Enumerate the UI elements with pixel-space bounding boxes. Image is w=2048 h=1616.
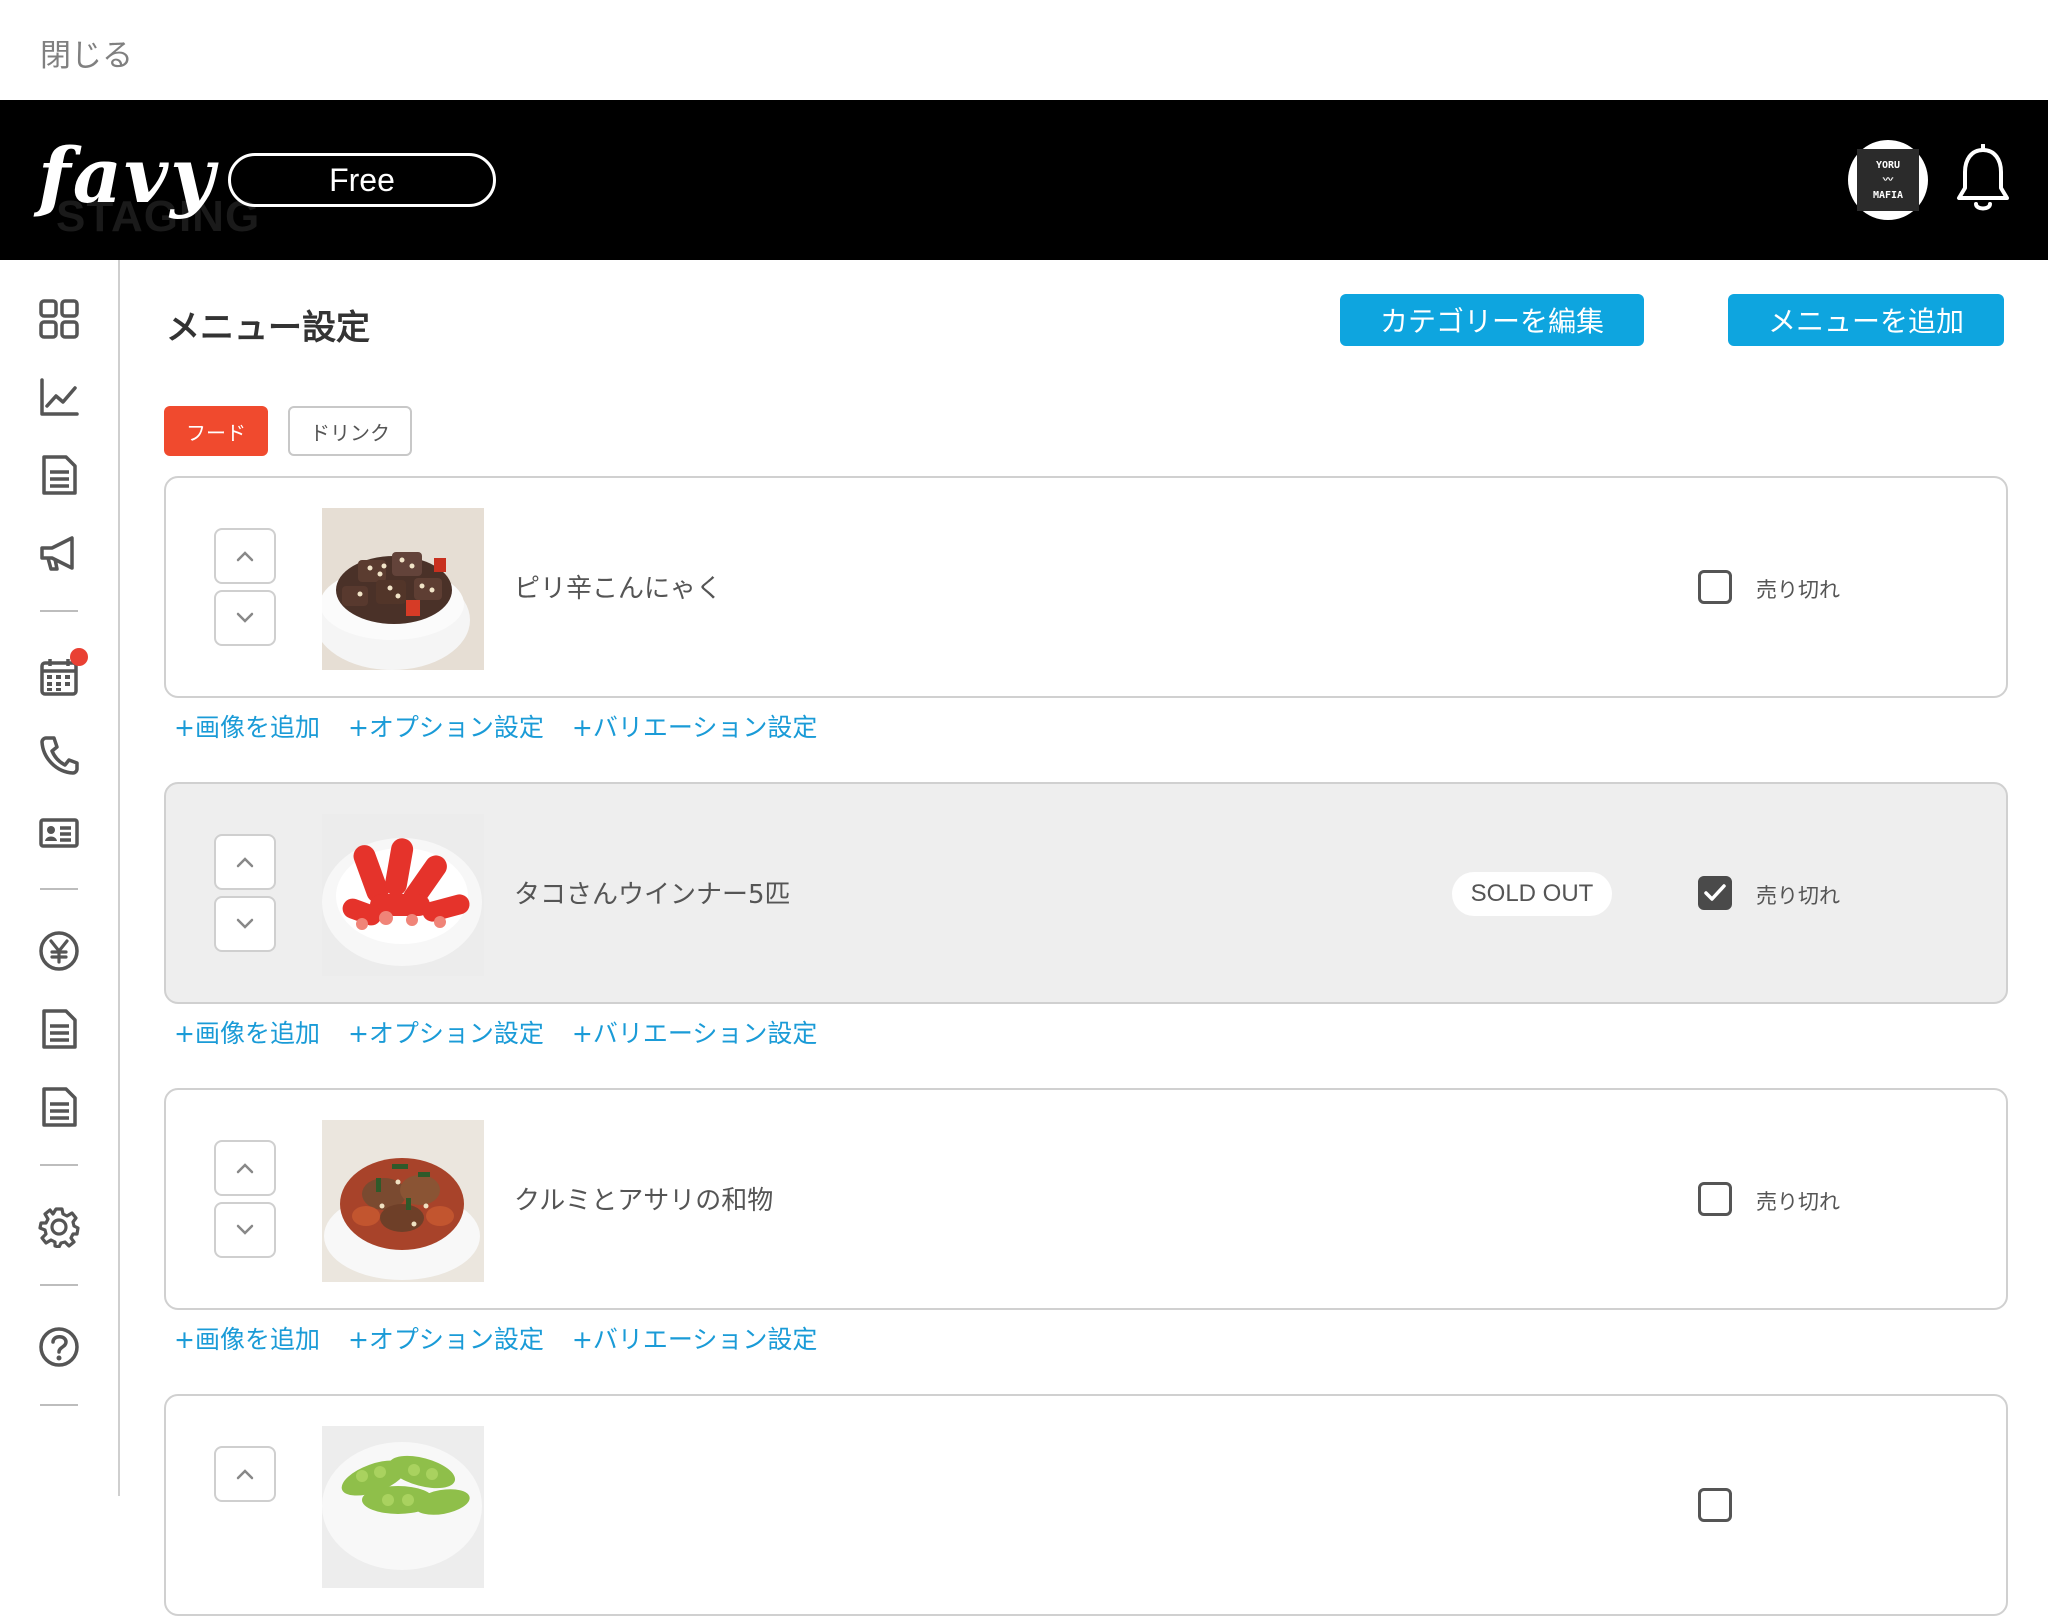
chevron-down-icon <box>236 918 254 929</box>
move-down-button[interactable] <box>214 590 276 646</box>
yen-icon[interactable] <box>34 926 84 976</box>
settings-icon[interactable] <box>34 1202 84 1252</box>
checkmark-icon <box>1704 884 1726 901</box>
bell-icon[interactable] <box>1952 143 2014 216</box>
sold-out-label: 売り切れ <box>1756 884 1840 908</box>
chevron-up-icon <box>236 857 254 868</box>
menu-item-card: ピリ辛こんにゃく 売り切れ <box>164 476 2008 698</box>
menu-item-name: ピリ辛こんにゃく <box>514 574 723 604</box>
sidebar-divider <box>40 1404 78 1406</box>
chevron-down-icon <box>236 1224 254 1235</box>
variation-settings-link[interactable]: +バリエーション設定 <box>572 708 817 748</box>
menu-item-image[interactable] <box>322 1426 484 1588</box>
sold-out-checkbox[interactable] <box>1698 1488 1732 1522</box>
close-link[interactable]: 閉じる <box>40 30 133 75</box>
sidebar-divider <box>40 1284 78 1286</box>
chevron-up-icon <box>236 1469 254 1480</box>
chevron-down-icon <box>236 612 254 623</box>
add-image-link[interactable]: +画像を追加 <box>174 1320 320 1360</box>
phone-icon[interactable] <box>34 730 84 780</box>
menu-item-card: クルミとアサリの和物 売り切れ <box>164 1088 2008 1310</box>
page-title: メニュー設定 <box>166 308 370 348</box>
menu-item-image[interactable] <box>322 508 484 670</box>
menu-item-image[interactable] <box>322 814 484 976</box>
sold-out-badge: SOLD OUT <box>1452 872 1612 916</box>
chevron-up-icon <box>236 551 254 562</box>
sidebar-divider <box>40 1164 78 1166</box>
tab-food[interactable]: フード <box>164 406 268 456</box>
variation-settings-link[interactable]: +バリエーション設定 <box>572 1320 817 1360</box>
calendar-icon[interactable] <box>34 648 88 702</box>
sold-out-label: 売り切れ <box>1756 578 1840 602</box>
document-icon[interactable] <box>34 450 84 500</box>
sidebar <box>0 260 120 1496</box>
move-up-button[interactable] <box>214 1140 276 1196</box>
option-settings-link[interactable]: +オプション設定 <box>348 1320 544 1360</box>
menu-item-card <box>164 1394 2008 1616</box>
sold-out-checkbox[interactable] <box>1698 876 1732 910</box>
sidebar-divider <box>40 888 78 890</box>
help-icon[interactable] <box>34 1322 84 1372</box>
add-image-link[interactable]: +画像を追加 <box>174 708 320 748</box>
megaphone-icon[interactable] <box>34 528 84 578</box>
avatar[interactable]: YORU 〰 MAFIA <box>1848 140 1928 220</box>
sold-out-label: 売り切れ <box>1756 1190 1840 1214</box>
option-settings-link[interactable]: +オプション設定 <box>348 708 544 748</box>
chevron-up-icon <box>236 1163 254 1174</box>
report-icon[interactable] <box>34 1004 84 1054</box>
avatar-line-1: YORU <box>1875 159 1901 171</box>
app-header: STAGING favy Free YORU 〰 MAFIA <box>0 100 2048 260</box>
sold-out-checkbox[interactable] <box>1698 1182 1732 1216</box>
variation-settings-link[interactable]: +バリエーション設定 <box>572 1014 817 1054</box>
menu-item-name: タコさんウインナー5匹 <box>514 880 791 910</box>
notification-dot <box>70 648 88 666</box>
favy-logo[interactable]: favy <box>38 138 216 214</box>
sidebar-divider <box>40 610 78 612</box>
move-down-button[interactable] <box>214 896 276 952</box>
avatar-logo: YORU 〰 MAFIA <box>1857 149 1919 211</box>
top-bar: 閉じる <box>0 0 2048 100</box>
item-actions: +画像を追加 +オプション設定 +バリエーション設定 <box>174 708 817 748</box>
move-up-button[interactable] <box>214 528 276 584</box>
add-menu-button[interactable]: メニューを追加 <box>1728 294 2004 346</box>
option-settings-link[interactable]: +オプション設定 <box>348 1014 544 1054</box>
analytics-icon[interactable] <box>34 372 84 422</box>
invoice-icon[interactable] <box>34 1082 84 1132</box>
add-image-link[interactable]: +画像を追加 <box>174 1014 320 1054</box>
avatar-mustache-icon: 〰 <box>1883 174 1893 186</box>
main-content: メニュー設定 カテゴリーを編集 メニューを追加 フード ドリンク ピリ辛こんにゃ… <box>122 260 2048 1616</box>
move-up-button[interactable] <box>214 1446 276 1502</box>
tab-drink[interactable]: ドリンク <box>288 406 412 456</box>
item-actions: +画像を追加 +オプション設定 +バリエーション設定 <box>174 1014 817 1054</box>
menu-item-card: タコさんウインナー5匹 SOLD OUT 売り切れ <box>164 782 2008 1004</box>
dashboard-icon[interactable] <box>34 294 84 344</box>
sold-out-checkbox[interactable] <box>1698 570 1732 604</box>
plan-badge: Free <box>228 153 496 207</box>
id-card-icon[interactable] <box>34 808 84 858</box>
edit-category-button[interactable]: カテゴリーを編集 <box>1340 294 1644 346</box>
move-down-button[interactable] <box>214 1202 276 1258</box>
item-actions: +画像を追加 +オプション設定 +バリエーション設定 <box>174 1320 817 1360</box>
menu-item-name: クルミとアサリの和物 <box>514 1186 774 1216</box>
avatar-line-2: MAFIA <box>1872 189 1904 201</box>
menu-item-image[interactable] <box>322 1120 484 1282</box>
move-up-button[interactable] <box>214 834 276 890</box>
